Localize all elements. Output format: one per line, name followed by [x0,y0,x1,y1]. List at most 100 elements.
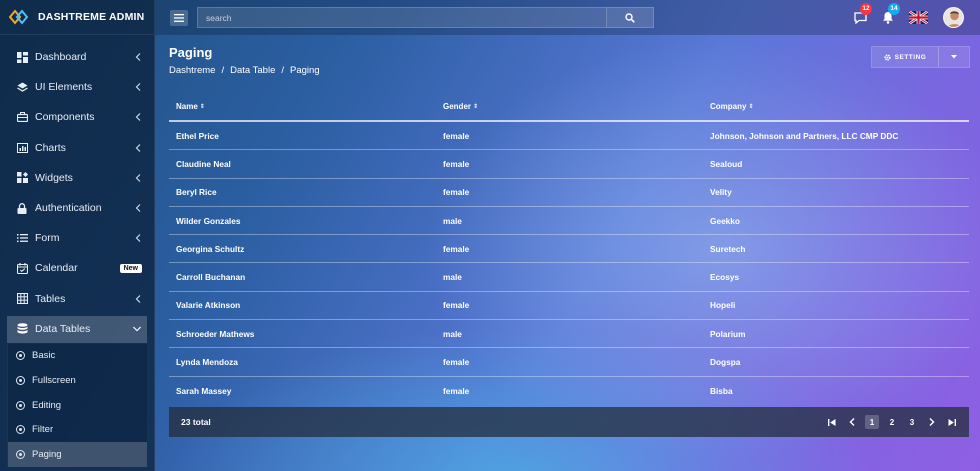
dot-circle-icon [16,449,25,459]
database-icon [16,323,28,335]
cell-company: Velity [710,187,732,198]
prev-page-button[interactable] [845,415,859,429]
column-header-gender[interactable]: Gender ⇕ [436,102,703,111]
cell-company: Ecosys [710,272,740,283]
submenu-item-basic[interactable]: Basic [8,344,147,369]
sidebar-item-data-tables[interactable]: Data Tables [7,315,147,343]
cell-company: Sealoud [710,158,743,169]
cell-name: Sarah Massey [176,385,232,396]
submenu-item-filter[interactable]: Filter [8,417,147,442]
cell-gender: male [443,215,462,226]
user-avatar[interactable] [943,7,964,28]
settings-dropdown-toggle[interactable] [939,47,969,67]
topbar: 12 14 [155,0,980,35]
submenu-item-editing[interactable]: Editing [8,393,147,418]
page-button-3[interactable]: 3 [905,415,919,429]
settings-button[interactable]: SETTING [872,47,939,67]
cell-gender: female [443,300,470,311]
notifications-button[interactable]: 14 [880,2,900,26]
page-button-2[interactable]: 2 [885,415,899,429]
dot-circle-icon [16,400,25,410]
cell-name: Schroeder Mathews [176,328,255,339]
cell-gender: female [443,357,470,368]
table-icon [16,293,28,305]
table-row[interactable]: Carroll Buchanan male Ecosys [169,263,969,292]
breadcrumb-separator: / [221,65,225,76]
breadcrumb-item-current: Paging [290,65,320,76]
avatar-image [944,8,963,27]
column-header-label: Name [176,101,198,111]
messages-button[interactable]: 12 [852,2,872,26]
uk-flag-icon[interactable] [909,11,928,24]
sidebar-item-charts[interactable]: Charts [0,133,154,163]
page-title: Paging [169,45,213,60]
table-row[interactable]: Ethel Price female Johnson, Johnson and Pa… [169,122,969,151]
sidebar-item-dashboard[interactable]: Dashboard [0,42,154,72]
cell-gender: female [443,187,470,198]
submenu-item-paging[interactable]: Paging [8,442,147,467]
first-page-icon [828,418,836,426]
sidebar-item-calendar[interactable]: Calendar New [0,253,154,283]
table-row[interactable]: Claudine Neal female Sealoud [169,150,969,179]
sidebar-item-form[interactable]: Form [0,223,154,253]
dot-circle-icon [16,376,25,386]
table-row[interactable]: Lynda Mendoza female Dogspa [169,348,969,377]
sidebar-item-components[interactable]: Components [0,102,154,132]
briefcase-icon [16,111,28,123]
sidebar-item-label: Tables [35,292,66,305]
chevron-left-icon [134,173,142,182]
cell-company: Suretech [710,243,746,254]
sidebar-item-label: Charts [35,141,66,154]
widgets-icon [16,172,28,184]
submenu-item-fullscreen[interactable]: Fullscreen [8,368,147,393]
last-page-button[interactable] [945,415,959,429]
sidebar-item-widgets[interactable]: Widgets [0,163,154,193]
next-page-button[interactable] [925,415,939,429]
table-row[interactable]: Schroeder Mathews male Polarium [169,320,969,349]
sidebar: DASHTREME ADMIN Dashboard UI Elements Co… [0,0,155,471]
sort-icon: ⇕ [748,103,754,110]
table-row[interactable]: Sarah Massey female Bisba [169,377,969,405]
table-footer: 23 total 1 2 3 [169,407,969,437]
submenu-item-label: Editing [32,399,62,411]
cell-name: Carroll Buchanan [176,272,246,283]
breadcrumb-item-data-table[interactable]: Data Table [230,65,275,76]
pagination: 1 2 3 [821,415,969,429]
caret-down-icon [951,55,957,59]
brand[interactable]: DASHTREME ADMIN [0,0,154,35]
hamburger-icon [174,13,184,22]
sidebar-nav: Dashboard UI Elements Components Charts [0,35,154,343]
page-button-1[interactable]: 1 [865,415,879,429]
column-header-company[interactable]: Company ⇕ [703,102,969,111]
sidebar-item-authentication[interactable]: Authentication [0,193,154,223]
chevron-left-icon [134,143,142,152]
cell-gender: female [443,385,470,396]
layers-icon [16,81,28,93]
cell-company: Bisba [710,385,733,396]
chevron-left-icon [134,294,142,303]
search-icon [625,12,635,23]
table-row[interactable]: Beryl Rice female Velity [169,179,969,207]
search-button[interactable] [606,7,654,28]
column-header-name[interactable]: Name ⇕ [169,102,436,111]
lock-icon [16,202,28,214]
cell-company: Geekko [710,215,740,226]
calendar-icon [16,262,28,274]
search-bar [197,7,654,28]
sidebar-item-label: Widgets [35,171,73,184]
dashboard-icon [16,51,28,63]
breadcrumb: Dashtreme / Data Table / Paging [169,65,320,76]
breadcrumb-separator: / [281,65,284,76]
first-page-button[interactable] [825,415,839,429]
table-row[interactable]: Valarie Atkinson female Hopeli [169,292,969,321]
menu-toggle-button[interactable] [170,9,188,26]
chevron-left-icon [134,204,142,212]
search-input[interactable] [197,7,606,28]
cell-gender: male [443,328,462,339]
table-row[interactable]: Wilder Gonzales male Geekko [169,207,969,236]
sidebar-item-ui-elements[interactable]: UI Elements [0,72,154,102]
breadcrumb-item-home[interactable]: Dashtreme [169,65,215,76]
sidebar-item-tables[interactable]: Tables [0,284,154,314]
table-row[interactable]: Georgina Schultz female Suretech [169,235,969,264]
cell-gender: female [443,158,470,169]
